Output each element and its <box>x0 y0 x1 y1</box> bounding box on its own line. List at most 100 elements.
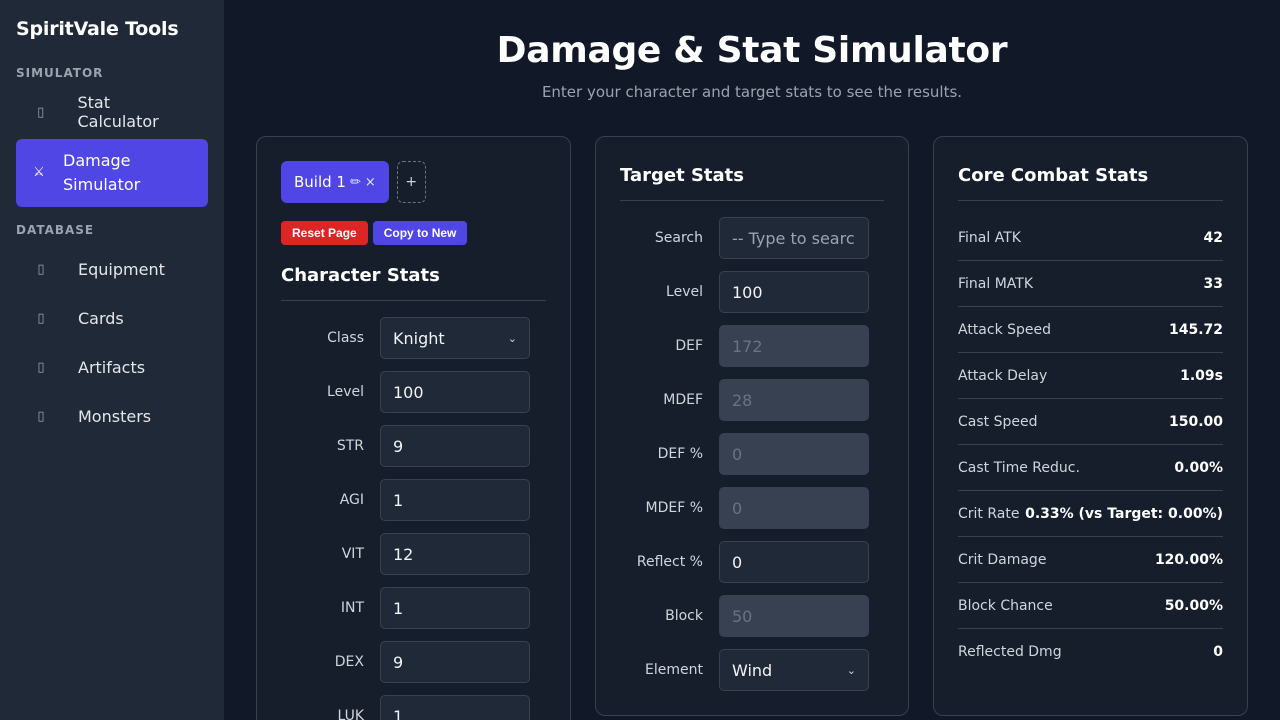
vit-row: VIT 12 <box>281 533 546 575</box>
reflect-input[interactable]: 0 <box>719 541 869 583</box>
mdef-input: 28 <box>719 379 869 421</box>
stat-label: Cast Speed <box>958 413 1038 430</box>
stat-row-crit-damage: Crit Damage 120.00% <box>958 537 1223 583</box>
str-input[interactable]: 9 <box>380 425 530 467</box>
chevron-down-icon: ⌄ <box>507 331 517 345</box>
stat-label: Reflected Dmg <box>958 644 1062 660</box>
level-input[interactable]: 100 <box>380 371 530 413</box>
field-label: Reflect % <box>636 554 703 570</box>
class-select[interactable]: Knight ⌄ <box>380 317 530 359</box>
agi-input[interactable]: 1 <box>380 479 530 521</box>
target-level-row: Level 100 <box>620 271 884 313</box>
stat-row-reflected-dmg: Reflected Dmg 0 <box>958 629 1223 675</box>
monster-search-input[interactable]: -- Type to searc <box>719 217 869 259</box>
chevron-down-icon: ⌄ <box>846 663 856 677</box>
element-row: Element Wind ⌄ <box>620 649 884 691</box>
core-stats-panel: Core Combat Stats Final ATK 42 Final MAT… <box>933 136 1248 716</box>
reflect-row: Reflect % 0 <box>620 541 884 583</box>
dex-row: DEX 9 <box>281 641 546 683</box>
stat-row-block-chance: Block Chance 50.00% <box>958 583 1223 629</box>
stat-row-attack-delay: Attack Delay 1.09s <box>958 353 1223 399</box>
stat-value: 150.00 <box>1168 413 1223 430</box>
equipment-icon: ▯ <box>37 261 45 277</box>
def-percent-input: 0 <box>719 433 869 475</box>
stat-label: Block Chance <box>958 597 1053 614</box>
stat-label: Attack Delay <box>958 367 1048 384</box>
def-input: 172 <box>719 325 869 367</box>
close-icon[interactable]: × <box>365 175 376 190</box>
target-stats-title: Target Stats <box>620 165 744 186</box>
stat-label: Final MATK <box>958 275 1034 292</box>
agi-row: AGI 1 <box>281 479 546 521</box>
element-select[interactable]: Wind ⌄ <box>719 649 869 691</box>
sidebar-item-artifacts[interactable]: ▯ Artifacts <box>16 345 208 389</box>
build-tab-label: Build 1 <box>294 173 346 191</box>
stat-value: 0 <box>1213 644 1223 660</box>
search-row: Search -- Type to searc <box>620 217 884 259</box>
luk-row: LUK 1 <box>281 695 546 720</box>
character-panel: Build 1 ✏ × + Reset Page Copy to New Cha… <box>256 136 571 720</box>
sidebar-item-label: Equipment <box>78 259 165 279</box>
pencil-icon[interactable]: ✏ <box>350 175 361 190</box>
vit-input[interactable]: 12 <box>380 533 530 575</box>
sidebar-item-monsters[interactable]: ▯ Monsters <box>16 394 208 438</box>
divider <box>281 300 546 301</box>
build-tabs: Build 1 ✏ × + <box>281 161 426 203</box>
def-percent-row: DEF % 0 <box>620 433 884 475</box>
cards-icon: ▯ <box>37 310 45 326</box>
add-build-button[interactable]: + <box>396 161 426 203</box>
int-input[interactable]: 1 <box>380 587 530 629</box>
sidebar-item-label: Stat Calculator <box>77 93 159 131</box>
sidebar-item-cards[interactable]: ▯ Cards <box>16 296 208 340</box>
stat-label: Final ATK <box>958 229 1021 246</box>
field-label: Element <box>645 662 703 678</box>
stat-value: 50.00% <box>1164 597 1223 614</box>
target-panel: Target Stats Search -- Type to searc Lev… <box>595 136 909 716</box>
stat-value: 1.09s <box>1180 367 1223 384</box>
character-stats-title: Character Stats <box>281 265 440 286</box>
mdef-percent-row: MDEF % 0 <box>620 487 884 529</box>
copy-to-new-button[interactable]: Copy to New <box>372 221 468 245</box>
stat-row-cast-speed: Cast Speed 150.00 <box>958 399 1223 445</box>
sidebar-item-damage-simulator[interactable]: ⚔ Damage Simulator <box>16 139 208 207</box>
reset-page-button[interactable]: Reset Page <box>281 221 368 245</box>
field-label: Level <box>666 284 703 300</box>
mdef-row: MDEF 28 <box>620 379 884 421</box>
monsters-icon: ▯ <box>37 408 45 424</box>
luk-input[interactable]: 1 <box>380 695 530 720</box>
sidebar-item-label: Artifacts <box>78 357 146 377</box>
dex-input[interactable]: 9 <box>380 641 530 683</box>
field-label: MDEF <box>663 392 703 408</box>
field-label: DEF % <box>657 446 703 462</box>
page-subtitle: Enter your character and target stats to… <box>541 83 963 101</box>
sidebar-item-label: Monsters <box>78 406 152 426</box>
stat-label: Crit Damage <box>958 551 1047 568</box>
target-level-input[interactable]: 100 <box>719 271 869 313</box>
stat-value: 145.72 <box>1168 321 1223 338</box>
stat-value: 42 <box>1203 229 1223 246</box>
divider <box>958 200 1223 201</box>
mdef-percent-input: 0 <box>719 487 869 529</box>
stat-label: Crit Rate <box>958 505 1020 522</box>
sidebar: SpiritVale Tools SIMULATOR ▯ Stat Calcul… <box>0 0 224 720</box>
element-select-value: Wind <box>732 660 773 680</box>
field-label: Level <box>327 384 364 400</box>
core-stats-title: Core Combat Stats <box>958 165 1149 186</box>
artifacts-icon: ▯ <box>37 359 45 375</box>
field-label: LUK <box>337 708 364 720</box>
sidebar-item-label: Cards <box>78 308 124 328</box>
divider <box>620 200 884 201</box>
sidebar-item-stat-calculator[interactable]: ▯ Stat Calculator <box>16 90 208 134</box>
build-tab-1[interactable]: Build 1 ✏ × <box>281 161 389 203</box>
build-actions: Reset Page Copy to New <box>281 221 468 245</box>
section-label-database: DATABASE <box>16 223 95 237</box>
field-label: VIT <box>341 546 364 562</box>
sidebar-item-equipment[interactable]: ▯ Equipment <box>16 247 208 291</box>
int-row: INT 1 <box>281 587 546 629</box>
stat-value: 0.00% <box>1174 459 1223 476</box>
stat-row-final-atk: Final ATK 42 <box>958 215 1223 261</box>
swords-icon: ⚔ <box>33 165 45 180</box>
field-label: Search <box>654 230 703 246</box>
page-title: Damage & Stat Simulator <box>496 30 1008 71</box>
stat-row-cast-time-reduc: Cast Time Reduc. 0.00% <box>958 445 1223 491</box>
